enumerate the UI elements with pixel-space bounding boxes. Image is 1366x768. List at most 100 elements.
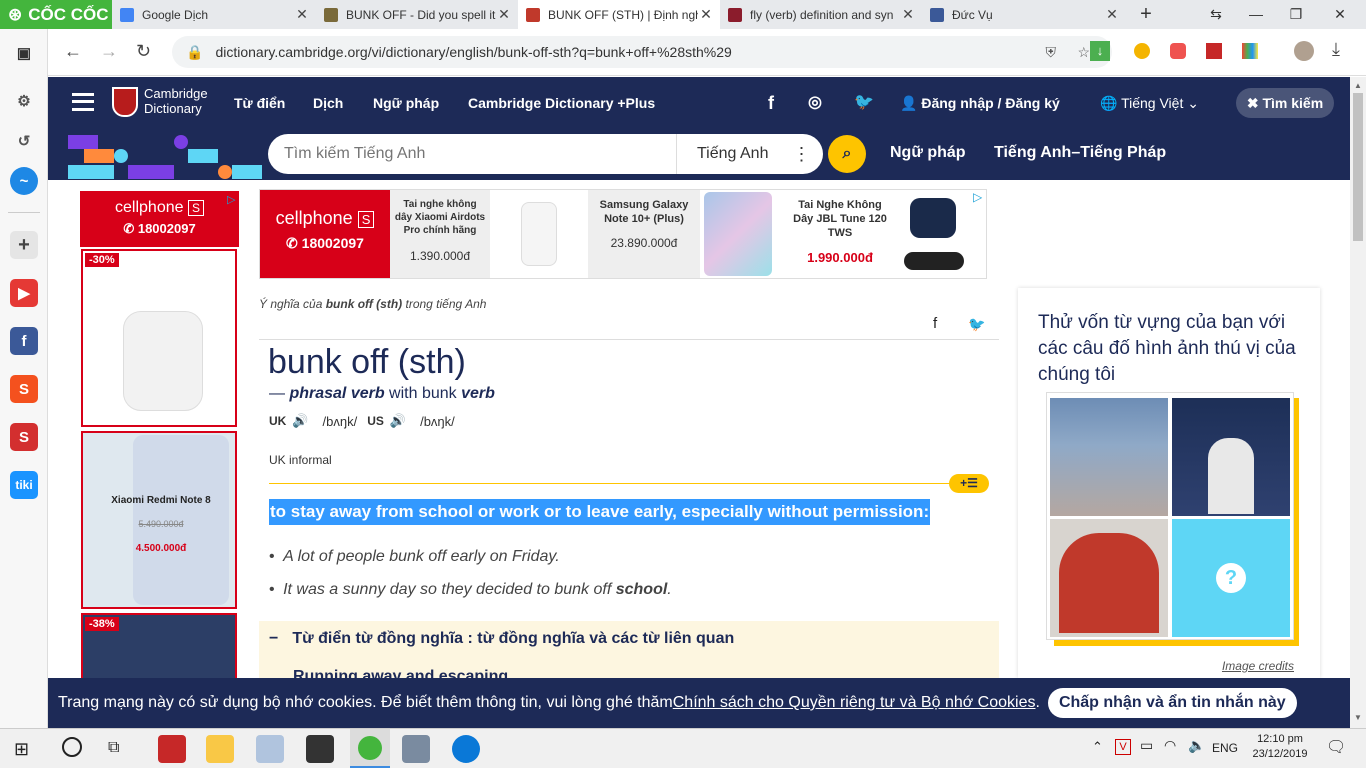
uk-audio-icon[interactable]: 🔊 xyxy=(292,413,308,429)
reload-icon[interactable]: ↻ xyxy=(136,41,151,62)
tab-facebook[interactable]: Đức Vụ ✕ xyxy=(922,0,1126,29)
sidebar-toggle-icon[interactable]: ▣ xyxy=(10,39,38,67)
nav-translate[interactable]: Dịch xyxy=(313,77,343,129)
close-tab-icon[interactable]: ✕ xyxy=(294,6,310,23)
new-tab-button[interactable]: + xyxy=(1126,0,1166,29)
input-language[interactable]: ENG xyxy=(1212,741,1238,755)
youtube-icon[interactable]: ▶ xyxy=(10,279,38,307)
twitter-icon[interactable]: 🐦 xyxy=(854,77,874,129)
ad-product[interactable]: Tai nghe không dây Xiaomi Airdots Pro ch… xyxy=(390,190,490,278)
minimize-icon[interactable]: — xyxy=(1236,0,1276,29)
shopee-icon[interactable]: S xyxy=(10,375,38,403)
app-icon[interactable] xyxy=(402,735,430,763)
coccoc-taskbar-button[interactable] xyxy=(350,729,390,768)
close-window-icon[interactable]: ✕ xyxy=(1320,0,1360,29)
link-grammar[interactable]: Ngữ pháp xyxy=(890,144,966,162)
history-icon[interactable]: ↺ xyxy=(10,127,38,155)
add-icon[interactable]: + xyxy=(10,231,38,259)
wifi-icon[interactable]: ◠ xyxy=(1164,737,1176,754)
quiz-grid[interactable]: ? xyxy=(1046,392,1294,640)
example-bold-word[interactable]: school xyxy=(616,581,668,598)
extension-icon[interactable] xyxy=(1206,43,1222,59)
accept-cookies-button[interactable]: Chấp nhận và ẩn tin nhắn này xyxy=(1047,688,1297,718)
menu-icon[interactable] xyxy=(72,93,94,111)
thesaurus-item[interactable]: Running away and escaping xyxy=(293,668,508,678)
task-view-icon[interactable]: ⧉ xyxy=(108,739,119,757)
ad-product-card[interactable]: Xiaomi Redmi Note 8 5.490.000đ 4.500.000… xyxy=(81,431,237,609)
collapse-icon[interactable]: − xyxy=(269,630,278,647)
office-app-icon[interactable] xyxy=(158,735,186,763)
ad-product-card[interactable]: -38% xyxy=(81,613,237,678)
search-input[interactable] xyxy=(284,145,664,163)
search-toggle-button[interactable]: ✖ Tìm kiếm xyxy=(1236,88,1334,118)
settings-icon[interactable]: ⚙ xyxy=(10,87,38,115)
quiz-image-windmill[interactable] xyxy=(1172,398,1290,516)
windows-start-icon[interactable]: ⊞ xyxy=(14,739,29,760)
cookie-policy-link[interactable]: Chính sách cho Quyền riêng tư và Bộ nhớ … xyxy=(673,694,1036,712)
dictionary-select[interactable]: Tiếng Anh xyxy=(697,145,768,163)
ad-product-card[interactable]: -30% xyxy=(81,249,237,427)
notifications-icon[interactable]: 🗨 xyxy=(1326,737,1346,757)
messenger-icon[interactable]: ~ xyxy=(10,167,38,195)
ad-product[interactable]: Samsung Galaxy Note 10+ (Plus) 23.890.00… xyxy=(588,190,700,278)
add-to-list-button[interactable]: +☰ xyxy=(949,474,989,493)
site-logo[interactable]: Cambridge Dictionary xyxy=(144,86,208,116)
thesaurus-panel[interactable]: − Từ điển từ đồng nghĩa : từ đồng nghĩa v… xyxy=(259,621,999,678)
back-icon[interactable]: ← xyxy=(64,41,82,62)
close-tab-icon[interactable]: ✕ xyxy=(698,6,714,23)
close-tab-icon[interactable]: ✕ xyxy=(496,6,512,23)
zalo-icon[interactable] xyxy=(452,735,480,763)
scroll-up-icon[interactable]: ▲ xyxy=(1354,81,1362,90)
language-select[interactable]: 🌐 Tiếng Việt ⌄ xyxy=(1100,77,1199,129)
tab-bunk-off-spell[interactable]: BUNK OFF - Did you spell it ✕ xyxy=(316,0,518,29)
adchoices-icon[interactable]: ▷ xyxy=(973,190,982,204)
quiz-image-barn[interactable] xyxy=(1050,519,1168,637)
close-tab-icon[interactable]: ✕ xyxy=(1104,6,1120,23)
tab-google-dich[interactable]: Google Dịch ✕ xyxy=(112,0,316,29)
close-tab-icon[interactable]: ✕ xyxy=(900,6,916,23)
instagram-icon[interactable]: ◎ xyxy=(808,77,822,129)
left-ad[interactable]: cellphone S ✆ 18002097 ▷ -30% Xiaomi Red… xyxy=(80,191,239,678)
more-options-icon[interactable]: ⋮ xyxy=(792,144,810,165)
file-explorer-icon[interactable] xyxy=(206,735,234,763)
nav-grammar[interactable]: Ngữ pháp xyxy=(373,77,439,129)
adchoices-icon[interactable]: ▷ xyxy=(227,193,235,206)
vietkey-icon[interactable]: V xyxy=(1115,739,1131,755)
notes-icon[interactable] xyxy=(306,735,334,763)
url-text[interactable]: dictionary.cambridge.org/vi/dictionary/e… xyxy=(215,44,731,60)
login-link[interactable]: 👤 Đăng nhập / Đăng ký xyxy=(900,77,1060,129)
browser-logo[interactable]: ⊛ CỐC CỐC xyxy=(0,0,112,29)
link-english-french[interactable]: Tiếng Anh–Tiếng Pháp xyxy=(994,144,1166,162)
nav-plus[interactable]: Cambridge Dictionary +Plus xyxy=(468,77,655,129)
tray-chevron-icon[interactable]: ⌃ xyxy=(1092,739,1103,755)
top-ad[interactable]: cellphone S ✆ 18002097 Tai nghe không dâ… xyxy=(259,189,987,279)
adblock-icon[interactable] xyxy=(1170,43,1186,59)
downloads-icon[interactable]: ⤓ xyxy=(1332,39,1340,60)
search-icon[interactable] xyxy=(62,737,82,757)
address-bar[interactable]: 🔒 dictionary.cambridge.org/vi/dictionary… xyxy=(172,36,1112,68)
tab-bunk-off-definition[interactable]: BUNK OFF (STH) | Định nghĩa ✕ xyxy=(518,0,720,29)
forward-icon[interactable]: → xyxy=(100,41,118,62)
shield-icon[interactable]: ⛨ xyxy=(1046,44,1057,61)
facebook-icon[interactable]: f xyxy=(768,77,774,129)
quiz-image-skyscrapers[interactable] xyxy=(1050,398,1168,516)
search-button[interactable]: ⌕ xyxy=(828,135,866,173)
paint-icon[interactable] xyxy=(256,735,284,763)
scrollbar-thumb[interactable] xyxy=(1353,93,1363,241)
chrome-extension-icon[interactable] xyxy=(1134,43,1150,59)
nav-dictionary[interactable]: Từ điển xyxy=(234,77,285,129)
share-facebook-icon[interactable]: f xyxy=(933,315,937,332)
color-extension-icon[interactable] xyxy=(1242,43,1258,59)
scroll-down-icon[interactable]: ▼ xyxy=(1354,713,1362,722)
quiz-image-unknown[interactable]: ? xyxy=(1172,519,1290,637)
scrollbar[interactable]: ▲ ▼ xyxy=(1350,77,1366,728)
us-audio-icon[interactable]: 🔊 xyxy=(390,413,406,429)
facebook-icon[interactable]: f xyxy=(10,327,38,355)
volume-icon[interactable]: 🔈 xyxy=(1188,737,1205,754)
bookmark-star-icon[interactable]: ☆ xyxy=(1077,44,1090,61)
clock[interactable]: 12:10 pm 23/12/2019 xyxy=(1252,732,1308,762)
ad-product[interactable]: Tai Nghe Không Dây JBL Tune 120 TWS 1.99… xyxy=(788,190,892,278)
tab-menu-icon[interactable]: ⇆ xyxy=(1196,0,1236,29)
image-credits-link[interactable]: Image credits xyxy=(1222,659,1294,673)
share-twitter-icon[interactable]: 🐦 xyxy=(968,316,985,333)
